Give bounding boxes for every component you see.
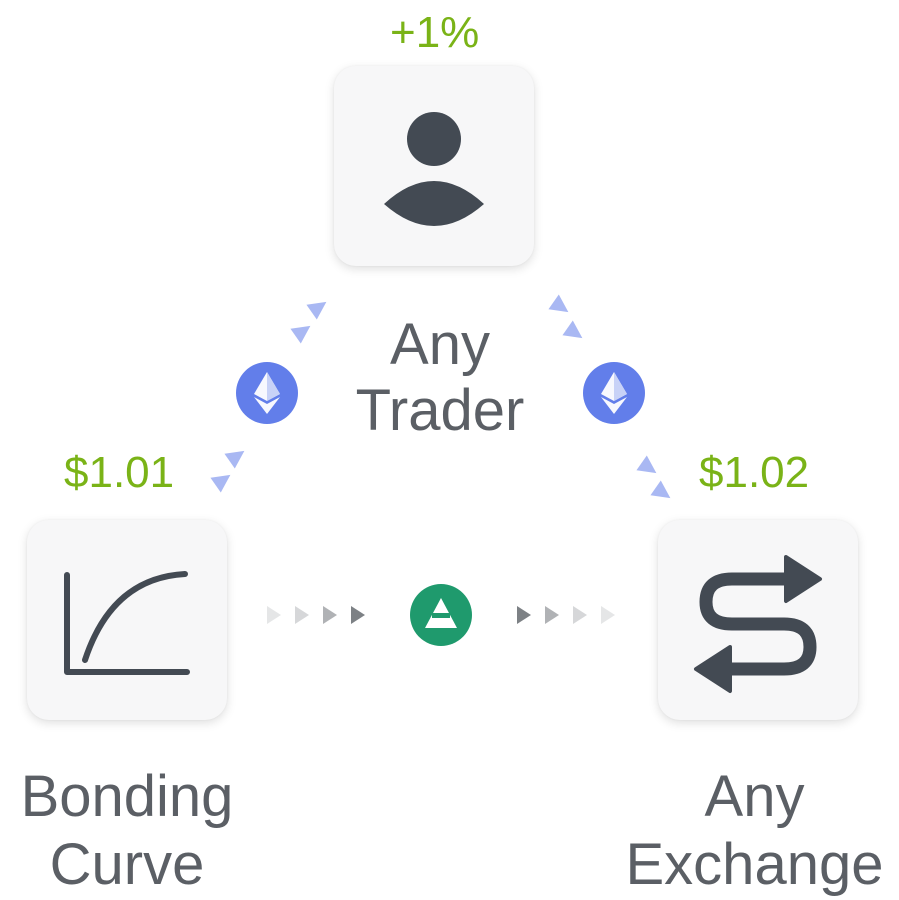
flow-arrow-bottom-7 bbox=[573, 606, 587, 624]
trader-fee-percent: +1% bbox=[390, 8, 480, 57]
flow-arrow-right-3 bbox=[636, 455, 657, 474]
exchange-node bbox=[658, 520, 858, 720]
bonding-curve-price: $1.01 bbox=[64, 448, 175, 497]
trader-label-line2: Trader bbox=[355, 378, 525, 443]
flow-arrow-bottom-4 bbox=[351, 606, 365, 624]
trader-label-line1: Any bbox=[390, 312, 490, 377]
pyramid-token-icon bbox=[410, 584, 472, 646]
exchange-label-line1: Any bbox=[704, 764, 805, 829]
flow-arrow-left-3 bbox=[290, 325, 311, 344]
flow-arrow-bottom-5 bbox=[517, 606, 531, 624]
flow-arrow-bottom-6 bbox=[545, 606, 559, 624]
ethereum-icon-right bbox=[583, 362, 645, 424]
curve-chart-icon bbox=[64, 571, 190, 675]
bonding-curve-label-line1: Bonding bbox=[20, 764, 234, 829]
ethereum-icon-left bbox=[236, 362, 298, 424]
flow-arrow-right-4 bbox=[650, 480, 671, 499]
flow-arrow-right-1 bbox=[548, 294, 569, 313]
flow-arrow-right-2 bbox=[562, 320, 583, 339]
swap-arrows-icon bbox=[694, 555, 822, 693]
bonding-curve-node bbox=[27, 520, 227, 720]
bonding-curve-label-line2: Curve bbox=[49, 832, 205, 897]
flow-arrow-bottom-3 bbox=[323, 606, 337, 624]
exchange-label-line2: Exchange bbox=[625, 832, 884, 897]
flow-arrow-left-2 bbox=[224, 450, 245, 469]
flow-arrow-bottom-8 bbox=[601, 606, 615, 624]
flow-arrow-bottom-2 bbox=[295, 606, 309, 624]
person-icon bbox=[384, 112, 484, 226]
trader-node bbox=[334, 66, 534, 266]
flow-arrow-bottom-1 bbox=[267, 606, 281, 624]
flow-arrow-left-1 bbox=[210, 474, 231, 493]
flow-arrow-left-4 bbox=[306, 301, 327, 320]
exchange-price: $1.02 bbox=[699, 448, 810, 497]
